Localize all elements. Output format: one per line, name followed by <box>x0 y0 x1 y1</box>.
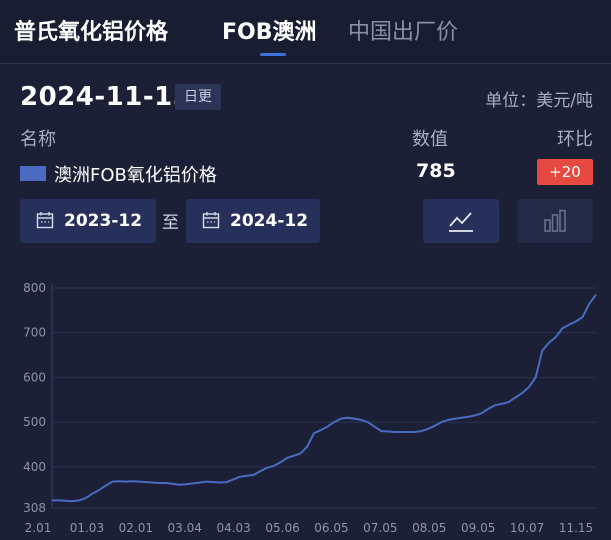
x-tick-label: 09.05 <box>461 521 495 535</box>
x-tick-label: 01.03 <box>70 521 104 535</box>
y-tick-label: 600 <box>23 370 46 384</box>
y-tick-label: 308 <box>23 501 46 515</box>
column-header-name: 名称 <box>20 129 56 150</box>
tab-china-ex-factory[interactable]: 中国出厂价 <box>348 14 458 46</box>
y-tick-label: 500 <box>23 415 46 429</box>
x-tick-label: 07.05 <box>363 521 397 535</box>
header-bar: 普氏氧化铝价格 FOB澳洲 中国出厂价 <box>0 0 611 64</box>
end-date-value: 2024-12 <box>230 211 309 231</box>
start-date-value: 2023-12 <box>64 211 143 231</box>
x-tick-label: 06.05 <box>314 521 348 535</box>
end-date-picker[interactable]: 2024-12 <box>186 199 320 243</box>
line-chart-button[interactable] <box>423 199 499 243</box>
change-badge: +20 <box>537 159 593 185</box>
x-tick-label: 10.07 <box>510 521 544 535</box>
column-header-value: 数值 <box>412 129 448 150</box>
bar-chart-icon <box>544 209 566 232</box>
unit-label: 单位：美元/吨 <box>485 91 593 111</box>
x-tick-label: 05.06 <box>265 521 299 535</box>
x-tick-label: 11.15 <box>559 521 593 535</box>
column-header-change: 环比 <box>557 129 593 150</box>
start-date-picker[interactable]: 2023-12 <box>20 199 156 243</box>
x-tick-label: 08.05 <box>412 521 446 535</box>
series-value: 785 <box>416 160 456 182</box>
brand-title: 普氏氧化铝价格 <box>14 20 169 45</box>
series-name: 澳洲FOB氧化铝价格 <box>54 165 217 186</box>
range-separator: 至 <box>162 213 179 233</box>
tab-fob-australia[interactable]: FOB澳洲 <box>222 14 317 46</box>
x-tick-label: 2.01 <box>25 521 52 535</box>
x-tick-label: 03.04 <box>168 521 202 535</box>
x-tick-label: 04.03 <box>216 521 250 535</box>
series-line <box>52 294 597 503</box>
update-date: 2024-11-15 <box>20 82 192 112</box>
frequency-badge: 日更 <box>175 84 221 110</box>
y-tick-label: 400 <box>23 460 46 474</box>
calendar-icon <box>36 212 54 229</box>
price-line-chart: 800 700 600 500 400 308 2.01 01.03 02.01 03.04 04.… <box>23 281 597 535</box>
y-tick-label: 700 <box>23 326 46 340</box>
bar-chart-button[interactable] <box>517 199 593 243</box>
x-tick-label: 02.01 <box>119 521 153 535</box>
series-color-swatch <box>20 166 46 181</box>
calendar-icon <box>202 212 220 229</box>
y-tick-label: 800 <box>23 281 46 295</box>
active-tab-indicator <box>260 53 286 56</box>
line-chart-icon <box>449 212 473 232</box>
